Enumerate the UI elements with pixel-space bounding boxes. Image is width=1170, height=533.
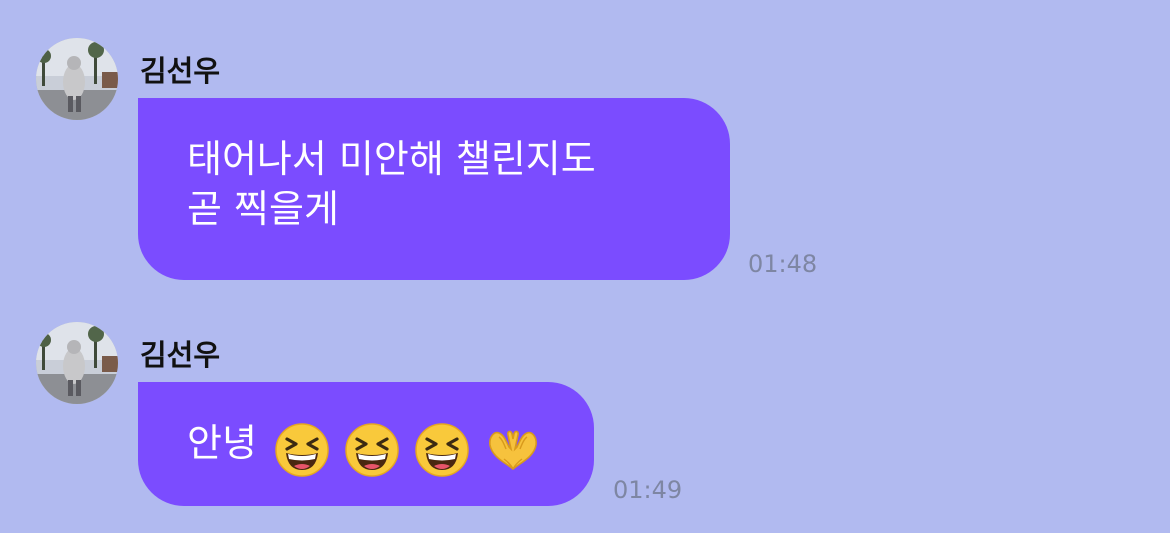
- chat-screen: { "messages": [ { "sender": "김선우", "text…: [0, 0, 1170, 533]
- sender-name: 김선우: [140, 338, 221, 372]
- message-timestamp: 01:48: [748, 250, 818, 278]
- avatar-photo: [36, 322, 118, 404]
- message-group: 김선우 안녕 01:49: [0, 322, 1170, 522]
- message-text: 태어나서 미안해 챌린지도 곧 찍을게: [187, 137, 596, 231]
- emoji-row: [274, 422, 556, 478]
- message-bubble[interactable]: 안녕: [138, 382, 594, 506]
- heart-hands-icon: [489, 430, 537, 471]
- message-text: 안녕: [187, 421, 257, 465]
- avatar-photo: [36, 38, 118, 120]
- avatar[interactable]: [36, 38, 118, 120]
- sender-name: 김선우: [140, 54, 221, 88]
- grinning-squinting-face-icon: [415, 423, 469, 477]
- message-timestamp: 01:49: [613, 476, 683, 504]
- grinning-squinting-face-icon: [345, 423, 399, 477]
- message-group: 김선우 태어나서 미안해 챌린지도 곧 찍을게 01:48: [0, 38, 1170, 298]
- avatar[interactable]: [36, 322, 118, 404]
- message-bubble[interactable]: 태어나서 미안해 챌린지도 곧 찍을게: [138, 98, 730, 280]
- grinning-squinting-face-icon: [275, 423, 329, 477]
